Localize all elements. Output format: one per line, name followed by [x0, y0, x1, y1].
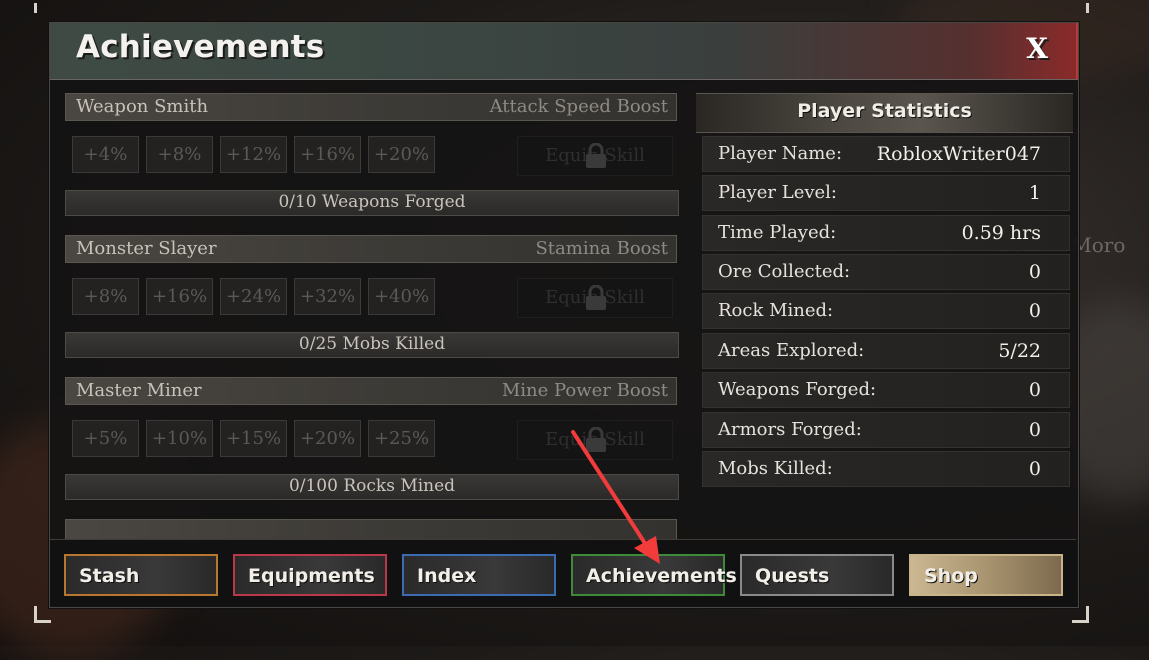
tier-button[interactable]: +4%: [72, 136, 139, 173]
stat-value: 0: [1028, 379, 1041, 401]
equip-skill-button[interactable]: Equip Skill: [517, 278, 673, 318]
tier-button[interactable]: +32%: [294, 278, 361, 315]
frame-corner-bottom-left: [34, 606, 51, 623]
achievement-name: Weapon Smith: [76, 96, 209, 117]
stat-label: Rock Mined:: [718, 300, 834, 321]
tab-label: Equipments: [248, 565, 375, 587]
tier-button[interactable]: +8%: [146, 136, 213, 173]
tier-button[interactable]: +25%: [368, 420, 435, 457]
stat-label: Ore Collected:: [718, 261, 851, 282]
tab-label: Achievements: [586, 565, 737, 587]
tier-button[interactable]: +15%: [220, 420, 287, 457]
achievement-reward: Attack Speed Boost: [489, 96, 668, 117]
stat-label: Time Played:: [718, 222, 837, 243]
stat-label: Mobs Killed:: [718, 458, 833, 479]
achievement-header: Monster Slayer Stamina Boost: [65, 235, 677, 263]
achievement-header: Master Miner Mine Power Boost: [65, 377, 677, 405]
frame-corner-top-left: [34, 3, 51, 13]
tier-button[interactable]: +24%: [220, 278, 287, 315]
stat-label: Weapons Forged:: [718, 379, 877, 400]
tab-label: Shop: [924, 565, 978, 587]
achievement-name: Monster Slayer: [76, 238, 217, 259]
tier-button[interactable]: +20%: [294, 420, 361, 457]
tab-achievements[interactable]: Achievements: [571, 554, 737, 596]
tab-quests[interactable]: Quests: [740, 554, 894, 596]
tab-label: Stash: [79, 565, 140, 587]
stat-value: 0.59 hrs: [961, 222, 1041, 244]
progress-bar: 0/10 Weapons Forged: [65, 190, 679, 216]
progress-text: 0/25 Mobs Killed: [298, 334, 446, 354]
tier-button[interactable]: +16%: [294, 136, 361, 173]
stats-title: Player Statistics: [797, 100, 972, 122]
tier-button[interactable]: +12%: [220, 136, 287, 173]
tab-equipments[interactable]: Equipments: [233, 554, 387, 596]
close-button[interactable]: X: [1026, 32, 1048, 65]
stat-row-rock-mined: Rock Mined: 0: [702, 293, 1070, 329]
stat-label: Player Name:: [718, 143, 843, 164]
achievement-header: Weapon Smith Attack Speed Boost: [65, 93, 677, 121]
window-title: Achievements: [76, 29, 325, 65]
stat-value: 0: [1028, 300, 1041, 322]
stat-row-mobs-killed: Mobs Killed: 0: [702, 451, 1070, 487]
stat-row-weapons-forged: Weapons Forged: 0: [702, 372, 1070, 408]
progress-text: 0/10 Weapons Forged: [278, 192, 466, 212]
tier-button[interactable]: +40%: [368, 278, 435, 315]
stat-value: 5/22: [998, 340, 1041, 362]
stat-row-ore-collected: Ore Collected: 0: [702, 254, 1070, 290]
frame-corner-top-right: [1072, 3, 1089, 13]
stat-value: 0: [1028, 419, 1041, 441]
tier-button[interactable]: +16%: [146, 278, 213, 315]
achievement-reward: Mine Power Boost: [501, 380, 668, 401]
title-bar: Achievements X: [50, 23, 1078, 80]
achievement-reward: Stamina Boost: [535, 238, 668, 259]
tier-button[interactable]: +5%: [72, 420, 139, 457]
achievement-header: [65, 519, 677, 539]
stat-row-player-name: Player Name: RobloxWriter047: [702, 136, 1070, 172]
stat-value: 1: [1028, 182, 1041, 204]
progress-text: 0/100 Rocks Mined: [288, 476, 456, 496]
stat-row-armors-forged: Armors Forged: 0: [702, 412, 1070, 448]
tab-label: Quests: [755, 565, 830, 587]
stat-value: 0: [1028, 261, 1041, 283]
stat-row-time-played: Time Played: 0.59 hrs: [702, 215, 1070, 251]
stat-value: RobloxWriter047: [876, 143, 1041, 165]
equip-skill-button[interactable]: Equip Skill: [517, 136, 673, 176]
tier-button[interactable]: +10%: [146, 420, 213, 457]
tab-label: Index: [417, 565, 477, 587]
tab-bar: Stash Equipments Index Achievements Ques…: [50, 539, 1076, 606]
stat-row-player-level: Player Level: 1: [702, 175, 1070, 211]
stat-label: Armors Forged:: [718, 419, 862, 440]
tab-shop[interactable]: Shop: [909, 554, 1063, 596]
tab-stash[interactable]: Stash: [64, 554, 218, 596]
frame-corner-bottom-right: [1072, 606, 1089, 623]
stat-label: Player Level:: [718, 182, 837, 203]
achievements-window: Achievements X Weapon Smith Attack Speed…: [49, 22, 1079, 608]
achievements-list[interactable]: Weapon Smith Attack Speed Boost +4% +8% …: [65, 93, 679, 539]
progress-bar: 0/25 Mobs Killed: [65, 332, 679, 358]
equip-skill-button[interactable]: Equip Skill: [517, 420, 673, 460]
lock-icon: [586, 143, 606, 168]
achievement-name: Master Miner: [76, 380, 202, 401]
progress-bar: 0/100 Rocks Mined: [65, 474, 679, 500]
stat-label: Areas Explored:: [718, 340, 865, 361]
stat-value: 0: [1028, 458, 1041, 480]
tab-index[interactable]: Index: [402, 554, 556, 596]
stat-row-areas-explored: Areas Explored: 5/22: [702, 333, 1070, 369]
player-statistics-panel: Player Statistics Player Name: RobloxWri…: [696, 93, 1073, 513]
tier-button[interactable]: +20%: [368, 136, 435, 173]
stats-header: Player Statistics: [696, 93, 1073, 133]
lock-icon: [586, 285, 606, 310]
tier-button[interactable]: +8%: [72, 278, 139, 315]
lock-icon: [586, 427, 606, 452]
